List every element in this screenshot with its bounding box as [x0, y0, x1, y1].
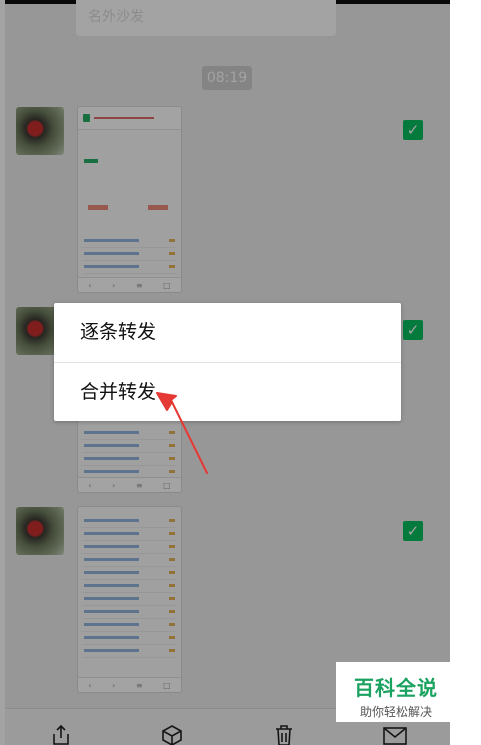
merge-forward-option[interactable]: 合并转发 — [54, 362, 401, 422]
forward-options-menu: 逐条转发 合并转发 — [54, 303, 401, 421]
watermark-logo: 百科全说 助你轻松解决 — [336, 662, 456, 722]
forward-one-by-one-option[interactable]: 逐条转发 — [54, 303, 401, 362]
watermark-subtitle: 助你轻松解决 — [359, 705, 432, 719]
watermark-title: 百科全说 — [354, 676, 438, 700]
